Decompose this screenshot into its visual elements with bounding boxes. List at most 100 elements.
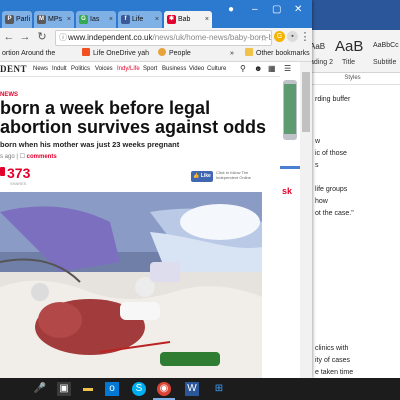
tab-favicon: G — [79, 15, 88, 24]
info-icon[interactable]: ⓘ — [59, 31, 67, 45]
bookmarks-more-icon[interactable]: » — [230, 47, 234, 61]
menu-icon[interactable]: ⋮ — [298, 30, 312, 44]
document-line: s — [315, 162, 319, 169]
nav-politics[interactable]: Politics — [71, 62, 90, 76]
facebook-like-button[interactable]: 👍 Like — [191, 171, 213, 182]
tab-label: Ias — [90, 16, 100, 23]
nav-voices[interactable]: Voices — [95, 62, 113, 76]
nav-business[interactable]: Business — [162, 62, 186, 76]
document-line: rding buffer — [315, 96, 351, 103]
user-icon[interactable]: ☻ — [254, 62, 262, 76]
bookmark-label: Life OneDrive yah — [93, 50, 150, 57]
close-icon[interactable]: × — [67, 11, 71, 28]
tab-favicon: f — [121, 15, 130, 24]
people-icon — [158, 48, 166, 56]
word-title-bar — [305, 0, 400, 30]
styles-group-label: Styles — [305, 72, 400, 85]
word-icon[interactable]: W — [185, 382, 199, 396]
windows-taskbar: 🎤 ▣ ▬ o S ◉ W ⊞ — [0, 378, 400, 400]
tab-label: Parli — [16, 16, 31, 23]
nav-video[interactable]: Video — [189, 62, 204, 76]
windows-icon[interactable]: ⊞ — [212, 382, 226, 396]
tab-life[interactable]: f Life × — [118, 11, 162, 28]
close-icon[interactable]: × — [109, 11, 113, 28]
article-photo — [0, 192, 262, 378]
nav-culture[interactable]: Culture — [207, 62, 226, 76]
tab-strip: P Parli M MPs × G Ias × f Life × ✱ Bab ×… — [0, 0, 312, 28]
close-window-icon[interactable]: ✕ — [294, 4, 302, 15]
tab-favicon: ✱ — [167, 15, 176, 24]
site-nav: DENT News Indult Politics Voices Indy/Li… — [0, 62, 300, 77]
bookmark-people[interactable]: People — [158, 47, 191, 61]
tab-label: MPs — [48, 16, 62, 23]
other-bookmarks[interactable]: Other bookmarks — [245, 47, 310, 61]
search-icon[interactable]: ⚲ — [240, 62, 246, 76]
bookmark-label: Other bookmarks — [256, 50, 310, 57]
extension-icon[interactable]: ▪ — [287, 31, 298, 42]
comments-link[interactable]: comments — [27, 154, 57, 160]
style-preview: AaB — [335, 38, 364, 55]
nav-news[interactable]: News — [33, 62, 48, 76]
incubator-baby-image — [0, 192, 262, 378]
style-label: Title — [342, 59, 355, 66]
style-preview: AaB — [310, 42, 326, 51]
timestamp: s ago | — [0, 154, 18, 160]
back-icon[interactable]: ← — [2, 30, 16, 44]
phone-advert-image: sk — [280, 80, 300, 196]
grid-icon[interactable]: ▦ — [268, 62, 276, 76]
user-icon[interactable]: ● — [228, 4, 234, 15]
bookmark-star-icon[interactable]: ☆ — [260, 31, 268, 45]
close-icon[interactable]: × — [205, 11, 209, 28]
style-preview: AaBbCc — [373, 42, 399, 49]
share-icon — [0, 167, 5, 176]
style-label: ading 2 — [310, 59, 333, 66]
bookmark-item[interactable]: ortion Around the — [2, 47, 55, 61]
document-line: how — [315, 198, 328, 205]
address-bar[interactable]: ⓘ www.independent.co.uk/news/uk/home-new… — [55, 30, 272, 46]
maximize-icon[interactable]: ▢ — [272, 4, 281, 15]
svg-text:sk: sk — [282, 186, 293, 196]
chrome-icon[interactable]: ◉ — [157, 382, 171, 396]
menu-icon[interactable]: ☰ — [284, 62, 291, 76]
forward-icon[interactable]: → — [18, 30, 32, 44]
site-logo[interactable]: DENT — [0, 62, 27, 76]
browser-toolbar: ← → ↻ ⓘ www.independent.co.uk/news/uk/ho… — [0, 28, 312, 47]
bookmark-onedrive[interactable]: Life OneDrive yah — [82, 47, 149, 61]
close-icon[interactable]: × — [155, 11, 159, 28]
document-line: ic of those — [315, 150, 347, 157]
nav-indult[interactable]: Indult — [52, 62, 67, 76]
comment-icon: ☐ — [19, 154, 25, 160]
skype-icon[interactable]: S — [132, 382, 146, 396]
reload-icon[interactable]: ↻ — [35, 30, 49, 44]
extension-icon[interactable]: G — [274, 31, 285, 42]
tab-mps[interactable]: M MPs × — [34, 11, 74, 28]
share-count: 373 — [7, 165, 31, 181]
share-label: SHARES — [10, 181, 27, 186]
scroll-thumb[interactable] — [302, 72, 310, 132]
tab-baby-born[interactable]: ✱ Bab × — [164, 11, 212, 28]
like-label: Like — [200, 173, 211, 179]
outlook-icon[interactable]: o — [105, 382, 119, 396]
tab-parli[interactable]: P Parli — [2, 11, 32, 28]
windows-icon — [82, 48, 90, 56]
web-page: DENT News Indult Politics Voices Indy/Li… — [0, 62, 300, 378]
advert-column[interactable]: sk — [280, 76, 300, 316]
nav-sport[interactable]: Sport — [143, 62, 157, 76]
bookmark-label: People — [169, 50, 191, 57]
minimize-icon[interactable]: – — [252, 4, 258, 15]
nav-indy-life[interactable]: Indy/Life — [117, 62, 140, 76]
file-explorer-icon[interactable]: ▬ — [81, 382, 95, 396]
tab-label: Bab — [178, 16, 191, 23]
follow-text[interactable]: Click to follow The Independent Online — [216, 170, 271, 180]
url-path: /news/uk/home-news/baby-born-before-lega… — [152, 33, 272, 42]
store-icon[interactable]: ▣ — [57, 382, 71, 396]
tab-ias[interactable]: G Ias × — [76, 11, 116, 28]
page-scrollbar[interactable] — [300, 62, 312, 378]
microphone-icon[interactable]: 🎤 — [33, 382, 47, 396]
tab-label: Life — [132, 16, 144, 23]
word-window: AaB ading 2 AaB Title AaBbCc Subtitle St… — [305, 0, 400, 378]
document-line: life groups — [315, 186, 348, 193]
url-host: www.independent.co.uk — [68, 33, 153, 42]
article-meta: s ago | ☐ comments — [0, 153, 57, 160]
style-label: Subtitle — [373, 59, 397, 66]
